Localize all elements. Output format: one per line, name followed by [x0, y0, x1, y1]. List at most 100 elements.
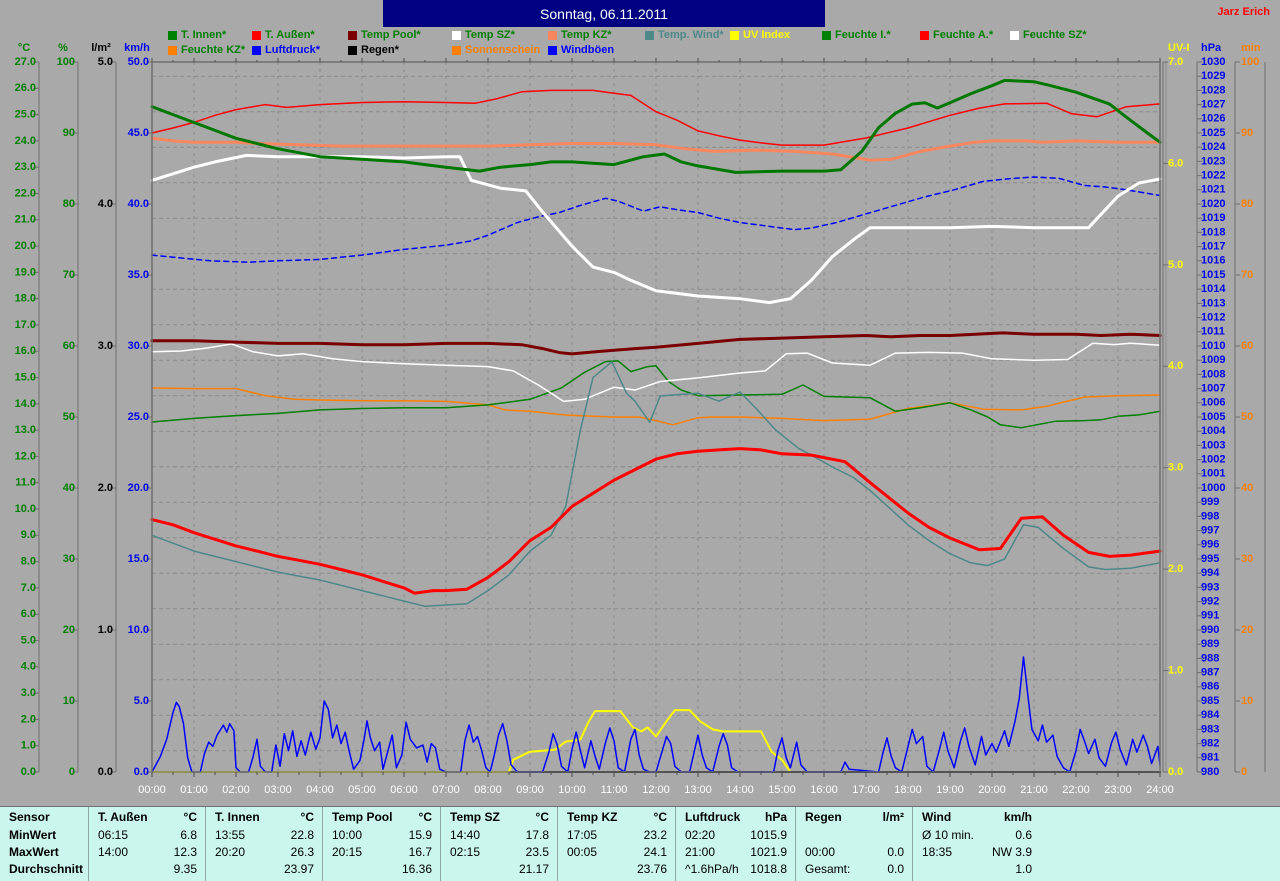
- max-time: 18:35: [922, 845, 953, 859]
- legend-item-label: Regen*: [361, 44, 399, 56]
- svg-text:1026: 1026: [1201, 113, 1225, 125]
- svg-text:1003: 1003: [1201, 439, 1225, 451]
- svg-text:6.0: 6.0: [1168, 157, 1183, 169]
- svg-text:1001: 1001: [1201, 468, 1225, 480]
- legend-item-label: Temp KZ*: [561, 29, 612, 41]
- svg-text:983: 983: [1201, 723, 1219, 735]
- svg-text:80: 80: [1241, 198, 1253, 210]
- svg-text:100: 100: [1241, 56, 1259, 68]
- svg-text:2.0: 2.0: [21, 713, 36, 725]
- svg-text:2.0: 2.0: [1168, 563, 1183, 575]
- svg-text:80: 80: [63, 198, 75, 210]
- svg-text:1014: 1014: [1201, 283, 1226, 295]
- page-title: Sonntag, 06.11.2011: [540, 5, 668, 22]
- legend-item-label: Sonnenschein: [465, 44, 541, 56]
- svg-text:04:00: 04:00: [306, 784, 334, 796]
- svg-text:1021: 1021: [1201, 184, 1225, 196]
- avg-value: 9.35: [173, 862, 197, 876]
- legend-item[interactable]: Feuchte SZ*: [1010, 30, 1087, 41]
- svg-text:1008: 1008: [1201, 368, 1225, 380]
- legend-swatch-icon: [645, 31, 654, 40]
- max-value: NW 3.9: [991, 845, 1032, 859]
- svg-text:985: 985: [1201, 695, 1219, 707]
- svg-text:994: 994: [1201, 567, 1220, 579]
- max-time: 14:00: [98, 845, 129, 859]
- svg-text:00:00: 00:00: [138, 784, 166, 796]
- sensor-name: Temp KZ: [567, 810, 618, 824]
- svg-text:24:00: 24:00: [1146, 784, 1174, 796]
- min-time: Ø 10 min.: [922, 828, 975, 842]
- svg-text:02:00: 02:00: [222, 784, 250, 796]
- sensor-name: Luftdruck: [685, 810, 741, 824]
- max-value: 16.7: [408, 845, 432, 859]
- svg-text:5.0: 5.0: [21, 634, 36, 646]
- svg-text:11.0: 11.0: [15, 477, 36, 489]
- svg-text:998: 998: [1201, 510, 1219, 522]
- svg-text:995: 995: [1201, 553, 1219, 565]
- svg-text:990: 990: [1201, 624, 1219, 636]
- max-time: 21:00: [685, 845, 716, 859]
- svg-text:1009: 1009: [1201, 354, 1225, 366]
- table-row-label: Durchschnitt: [9, 862, 84, 876]
- avg-value: 0.0: [887, 862, 904, 876]
- legend-item[interactable]: Temp Pool*: [348, 30, 421, 41]
- svg-text:1006: 1006: [1201, 397, 1225, 409]
- svg-text:09:00: 09:00: [516, 784, 544, 796]
- svg-text:9.0: 9.0: [21, 529, 36, 541]
- svg-text:hPa: hPa: [1201, 42, 1222, 54]
- legend-item[interactable]: Feuchte A.*: [920, 30, 993, 41]
- sensor-unit: km/h: [1003, 810, 1032, 824]
- sensor-unit: °C: [300, 810, 314, 824]
- svg-text:0.0: 0.0: [98, 766, 113, 778]
- legend-item[interactable]: Windböen: [548, 45, 614, 56]
- svg-text:1027: 1027: [1201, 99, 1225, 111]
- svg-text:01:00: 01:00: [180, 784, 208, 796]
- svg-text:16.0: 16.0: [15, 345, 36, 357]
- legend-item[interactable]: Temp KZ*: [548, 30, 612, 41]
- min-value: 15.9: [408, 828, 432, 842]
- svg-text:1029: 1029: [1201, 70, 1225, 82]
- min-value: 17.8: [525, 828, 549, 842]
- svg-text:07:00: 07:00: [432, 784, 460, 796]
- svg-text:2.0: 2.0: [98, 482, 113, 494]
- legend-item-label: Feuchte SZ*: [1023, 29, 1087, 41]
- svg-text:14.0: 14.0: [15, 398, 36, 410]
- max-value: 23.5: [525, 845, 549, 859]
- legend-item-label: Feuchte KZ*: [181, 44, 246, 56]
- svg-text:10.0: 10.0: [128, 624, 149, 636]
- legend-item[interactable]: Feuchte I.*: [822, 30, 891, 41]
- legend-item[interactable]: Luftdruck*: [252, 45, 320, 56]
- legend-item[interactable]: T. Innen*: [168, 30, 226, 41]
- table-column-wind: Wind km/h Ø 10 min. 0.6 18:35 NW 3.9 1.0: [912, 807, 1041, 881]
- svg-text:4.0: 4.0: [21, 661, 36, 673]
- svg-text:989: 989: [1201, 638, 1219, 650]
- svg-text:987: 987: [1201, 667, 1219, 679]
- svg-text:45.0: 45.0: [128, 127, 149, 139]
- svg-text:%: %: [58, 42, 68, 54]
- svg-text:06:00: 06:00: [390, 784, 418, 796]
- svg-text:05:00: 05:00: [348, 784, 376, 796]
- legend-item[interactable]: T. Außen*: [252, 30, 315, 41]
- avg-label: Gesamt:: [805, 862, 851, 876]
- legend-item[interactable]: Feuchte KZ*: [168, 45, 245, 56]
- legend-item[interactable]: Temp. Wind*: [645, 30, 724, 41]
- svg-text:7.0: 7.0: [21, 582, 36, 594]
- legend-item[interactable]: Regen*: [348, 45, 399, 56]
- svg-text:1007: 1007: [1201, 383, 1225, 395]
- legend-item[interactable]: Sonnenschein: [452, 45, 540, 56]
- svg-text:19.0: 19.0: [15, 266, 36, 278]
- chart-canvas: 0.0 1.0 2.0 3.0 4.0 5.0 6.0 7.0 8.0 9.0 10.0 11.0 12…: [15, 42, 1266, 796]
- svg-text:1000: 1000: [1201, 482, 1225, 494]
- svg-text:10.0: 10.0: [15, 503, 36, 515]
- max-time: 20:20: [215, 845, 246, 859]
- svg-text:1.0: 1.0: [21, 740, 36, 752]
- svg-text:10: 10: [63, 695, 75, 707]
- svg-text:993: 993: [1201, 581, 1219, 593]
- table-column-temp-kz: Temp KZ °C 17:05 23.2 00:05 24.1 23.76: [557, 807, 676, 881]
- table-column-luftdruck: Luftdruck hPa 02:20 1015.9 21:00 1021.9 ^1.6hP…: [675, 807, 796, 881]
- legend-item[interactable]: UV Index: [730, 30, 790, 41]
- legend-item[interactable]: Temp SZ*: [452, 30, 515, 41]
- svg-text:20: 20: [63, 624, 75, 636]
- legend-swatch-icon: [252, 46, 261, 55]
- min-time: 17:05: [567, 828, 598, 842]
